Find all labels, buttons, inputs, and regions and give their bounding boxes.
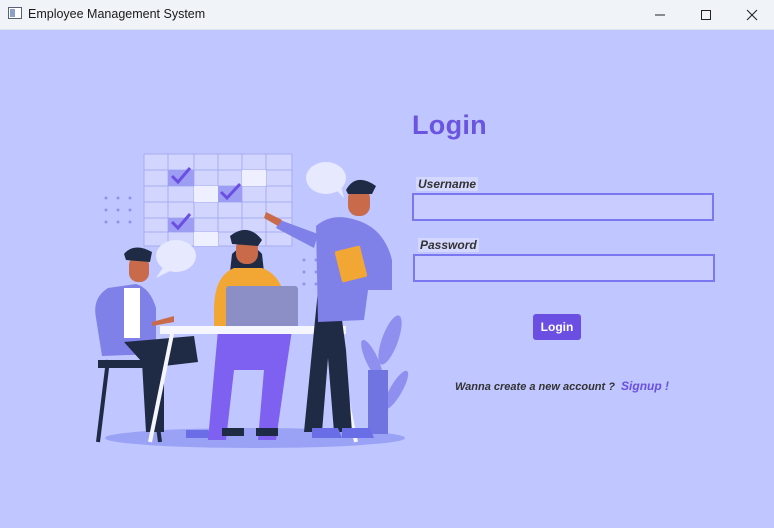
login-button[interactable]: Login bbox=[533, 314, 581, 340]
team-meeting-illustration bbox=[95, 153, 409, 448]
password-input[interactable] bbox=[413, 254, 715, 282]
password-label: Password bbox=[418, 238, 479, 252]
minimize-button[interactable] bbox=[637, 0, 683, 29]
app-icon bbox=[8, 7, 22, 19]
username-input[interactable] bbox=[412, 193, 714, 221]
signup-prompt: Wanna create a new account ? bbox=[455, 381, 615, 393]
signup-link[interactable]: Signup ! bbox=[621, 379, 669, 393]
minimize-icon bbox=[655, 14, 665, 16]
login-window: Login Username Password Login Wanna crea… bbox=[0, 30, 774, 528]
close-button[interactable] bbox=[729, 0, 774, 29]
username-label: Username bbox=[416, 177, 479, 191]
signup-row: Wanna create a new account ? Signup ! bbox=[455, 379, 669, 393]
title-bar: Employee Management System bbox=[0, 0, 774, 30]
close-icon bbox=[746, 9, 758, 21]
window-title: Employee Management System bbox=[28, 7, 206, 21]
maximize-icon bbox=[701, 10, 711, 20]
login-title: Login bbox=[412, 110, 487, 140]
maximize-button[interactable] bbox=[683, 0, 729, 29]
